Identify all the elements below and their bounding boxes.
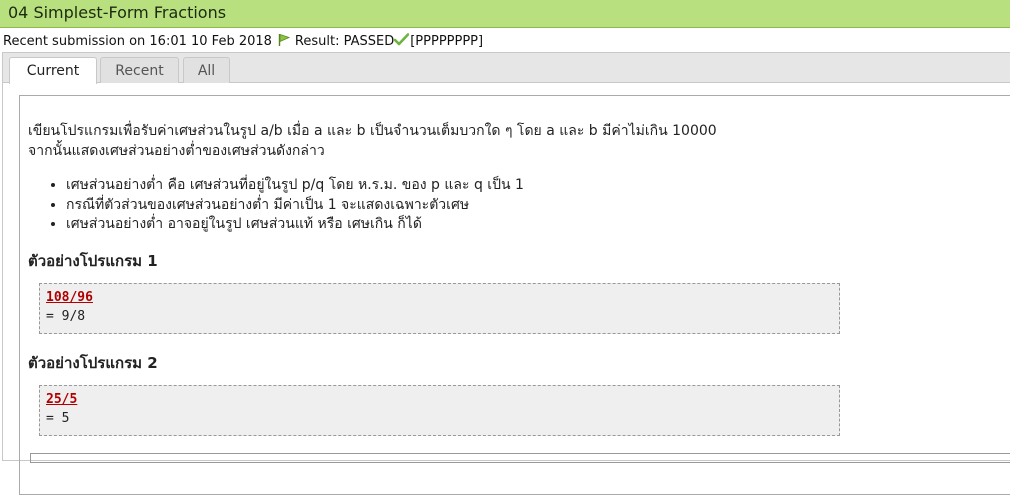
- example-1-box: 108/96 = 9/8: [39, 283, 840, 334]
- list-item: เศษส่วนอย่างต่ำ คือ เศษส่วนที่อยู่ในรูป …: [66, 176, 524, 196]
- problem-line-2: จากนั้นแสดงเศษส่วนอย่างต่ำของเศษส่วนดังก…: [28, 143, 325, 159]
- example-2-box: 25/5 = 5: [39, 385, 840, 436]
- submission-status: Recent submission on 16:01 10 Feb 2018 R…: [3, 33, 483, 50]
- tab-recent[interactable]: Recent: [100, 57, 179, 83]
- result-code: [PPPPPPPP]: [410, 34, 484, 49]
- list-item: กรณีที่ตัวส่วนของเศษส่วนอย่างต่ำ มีค่าเป…: [66, 196, 524, 216]
- problem-content: เขียนโปรแกรมเพื่อรับค่าเศษส่วนในรูป a/b …: [19, 95, 1010, 495]
- tab-current[interactable]: Current: [9, 57, 97, 84]
- example-1-output: = 9/8: [46, 309, 86, 324]
- tab-strip: Current Recent All: [3, 53, 1010, 84]
- example-1-input: 108/96: [46, 290, 93, 305]
- problem-notes: เศษส่วนอย่างต่ำ คือ เศษส่วนที่อยู่ในรูป …: [48, 176, 524, 235]
- example-2-input: 25/5: [46, 392, 78, 407]
- page-title: 04 Simplest-Form Fractions: [8, 3, 227, 22]
- example-2-output: = 5: [46, 411, 70, 426]
- tab-panel: Current Recent All เขียนโปรแกรมเพื่อรับค…: [2, 52, 1010, 495]
- title-bar: 04 Simplest-Form Fractions: [0, 0, 1010, 28]
- example-2-heading: ตัวอย่างโปรแกรม 2: [28, 354, 158, 372]
- result-label: Result: PASSED: [294, 34, 395, 49]
- example-1-heading: ตัวอย่างโปรแกรม 1: [28, 252, 158, 270]
- next-section-box: [30, 453, 1010, 463]
- submission-info: Recent submission on 16:01 10 Feb 2018: [3, 34, 272, 49]
- green-check-icon: [393, 33, 410, 50]
- list-item: เศษส่วนอย่างต่ำ อาจอยู่ในรูป เศษส่วนแท้ …: [66, 215, 524, 235]
- tab-all[interactable]: All: [183, 57, 230, 83]
- problem-line-1: เขียนโปรแกรมเพื่อรับค่าเศษส่วนในรูป a/b …: [28, 123, 717, 139]
- green-flag-icon: [278, 33, 291, 50]
